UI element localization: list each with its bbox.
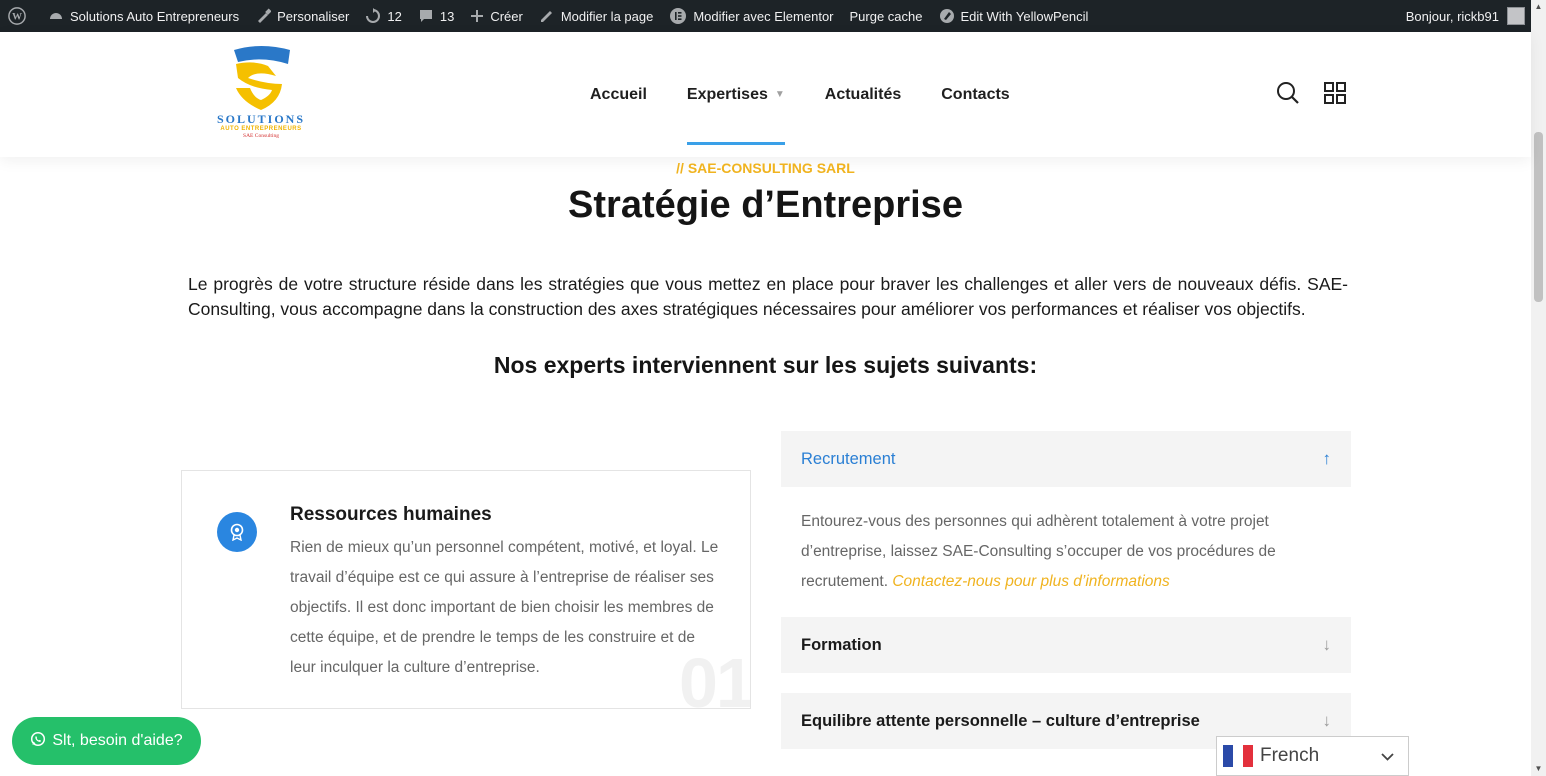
arrow-up-icon: ↑ <box>1322 449 1332 468</box>
purge-cache-link[interactable]: Purge cache <box>842 0 931 32</box>
wordpress-logo-button[interactable]: W <box>0 0 40 32</box>
whatsapp-label: Slt, besoin d'aide? <box>52 732 183 749</box>
nav-label: Accueil <box>590 85 647 103</box>
accordion-body: Entourez-vous des personnes qui adhèrent… <box>781 487 1351 597</box>
accordion-header[interactable]: Recrutement ↑ <box>781 431 1351 487</box>
card-text: Rien de mieux qu’un personnel compétent,… <box>290 539 719 676</box>
logo-shield-icon <box>234 46 290 110</box>
dashboard-icon <box>48 8 64 24</box>
nav-label: Expertises <box>686 85 768 103</box>
wp-admin-bar: W Solutions Auto Entrepreneurs Personali… <box>0 0 1531 32</box>
avatar <box>1507 7 1525 25</box>
svg-text:W: W <box>12 12 22 23</box>
customize-link[interactable]: Personaliser <box>247 0 357 32</box>
contact-link[interactable]: Contactez-nous pour plus d’informations <box>892 573 1169 590</box>
card-number: 01 <box>679 644 751 709</box>
brush-icon <box>255 8 272 24</box>
greeting-label: Bonjour, rickb91 <box>1405 8 1499 24</box>
yellowpencil-label: Edit With YellowPencil <box>960 8 1089 24</box>
refresh-icon <box>365 8 381 24</box>
logo-tagline: SAE Consulting <box>243 133 279 139</box>
accordion-title: Formation <box>801 635 882 654</box>
nav-item-expertises[interactable]: Expertises ▼ <box>667 32 805 157</box>
elementor-icon <box>669 7 687 25</box>
yellowpencil-icon <box>939 8 955 24</box>
accordion-title: Recrutement <box>801 449 896 468</box>
accordion-title: Equilibre attente personnelle – culture … <box>801 711 1200 730</box>
new-content-link[interactable]: Créer <box>462 0 531 32</box>
arrow-down-icon: ↓ <box>1322 711 1332 730</box>
updates-link[interactable]: 12 <box>357 0 409 32</box>
main-nav: Accueil Expertises ▼ Actualités Contacts <box>570 32 1030 157</box>
award-icon <box>217 512 257 552</box>
section-subheading: Nos experts interviennent sur les sujets… <box>493 352 1038 378</box>
edit-page-label: Modifier la page <box>560 8 654 24</box>
yellowpencil-link[interactable]: Edit With YellowPencil <box>931 0 1097 32</box>
intro-paragraph: Le progrès de votre structure réside dan… <box>188 274 1348 319</box>
nav-item-accueil[interactable]: Accueil <box>570 32 667 157</box>
plus-icon <box>470 9 484 23</box>
comments-count: 13 <box>439 8 455 24</box>
search-icon[interactable] <box>1275 80 1301 106</box>
grid-menu-icon[interactable] <box>1322 80 1348 106</box>
comments-link[interactable]: 13 <box>410 0 462 32</box>
elementor-link[interactable]: Modifier avec Elementor <box>661 0 841 32</box>
pencil-icon <box>539 8 555 24</box>
nav-label: Actualités <box>824 85 902 103</box>
page-title: Stratégie d’Entreprise <box>568 184 963 226</box>
caret-down-icon: ▼ <box>774 89 785 100</box>
accordion-item-formation: Formation ↓ <box>781 617 1351 673</box>
purge-cache-label: Purge cache <box>849 8 923 24</box>
page-scrollbar[interactable]: ▲ ▼ <box>1531 0 1546 776</box>
french-flag-icon <box>1223 745 1253 767</box>
chevron-down-icon <box>1381 749 1394 764</box>
accordion-header[interactable]: Formation ↓ <box>781 617 1351 673</box>
account-menu[interactable]: Bonjour, rickb91 <box>1406 7 1531 25</box>
scroll-up-icon[interactable]: ▲ <box>1534 2 1543 12</box>
elementor-label: Modifier avec Elementor <box>693 8 834 24</box>
service-card: Ressources humaines Rien de mieux qu’un … <box>181 470 751 709</box>
site-header: SOLUTIONS AUTO ENTREPRENEURS SAE Consult… <box>0 32 1531 157</box>
comment-icon <box>418 8 434 24</box>
whatsapp-chat-button[interactable]: Slt, besoin d'aide? <box>12 717 201 765</box>
scroll-down-icon[interactable]: ▼ <box>1534 764 1543 774</box>
site-name-label: Solutions Auto Entrepreneurs <box>70 8 240 24</box>
logo-title: SOLUTIONS <box>216 112 306 126</box>
section-eyebrow: // SAE-CONSULTING SARL <box>676 160 855 176</box>
language-switcher[interactable]: French <box>1216 736 1409 776</box>
logo-subtitle: AUTO ENTREPRENEURS <box>220 126 302 132</box>
nav-item-contacts[interactable]: Contacts <box>921 32 1029 157</box>
whatsapp-icon <box>30 731 46 752</box>
new-content-label: Créer <box>490 8 523 24</box>
nav-label: Contacts <box>941 85 1010 103</box>
card-title: Ressources humaines <box>290 504 492 525</box>
edit-page-link[interactable]: Modifier la page <box>531 0 662 32</box>
customize-label: Personaliser <box>277 8 350 24</box>
language-label: French <box>1260 745 1320 766</box>
site-logo[interactable]: SOLUTIONS AUTO ENTREPRENEURS SAE Consult… <box>206 44 316 144</box>
wordpress-icon: W <box>8 7 26 25</box>
accordion-item-recrutement: Recrutement ↑ Entourez-vous des personne… <box>781 431 1351 597</box>
updates-count: 12 <box>387 8 402 24</box>
arrow-down-icon: ↓ <box>1322 635 1332 654</box>
nav-item-actualites[interactable]: Actualités <box>805 32 921 157</box>
site-name-link[interactable]: Solutions Auto Entrepreneurs <box>40 0 247 32</box>
scrollbar-thumb[interactable] <box>1534 132 1543 302</box>
